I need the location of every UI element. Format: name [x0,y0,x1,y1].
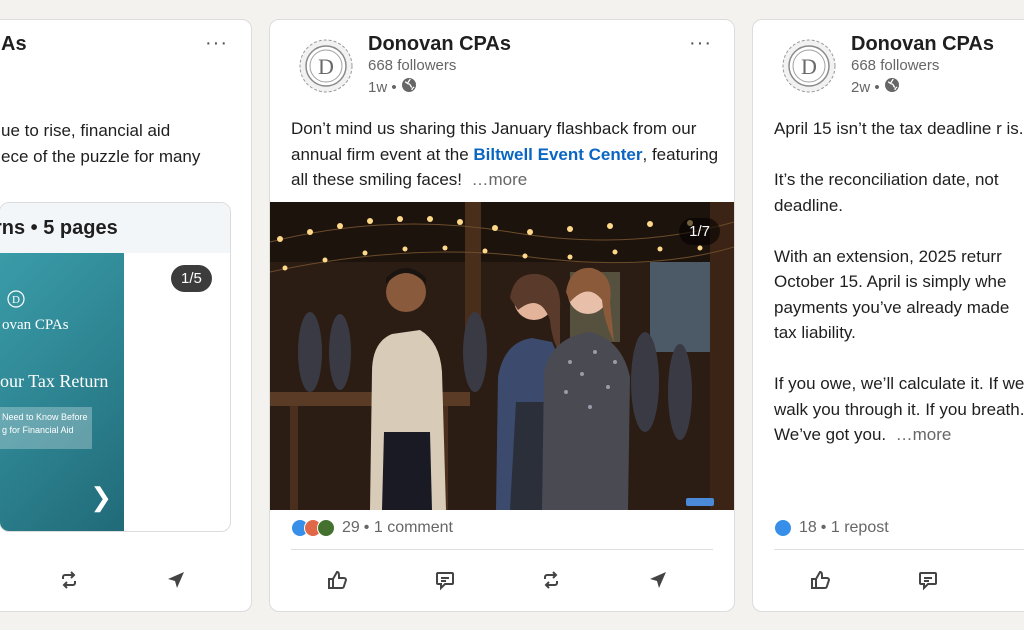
like-icon[interactable] [322,565,352,595]
document-carousel[interactable]: rns • 5 pages D ovan CPAs our Tax Return… [0,202,231,532]
author-name[interactable]: Donovan CPAs [368,33,511,56]
post-paragraph: It’s the reconciliation date, not deadli… [774,170,999,215]
venue-link[interactable]: Biltwell Event Center [473,145,642,164]
right-post-card: D Donovan CPAs 668 followers 2w • April … [752,19,1024,612]
post-age: 1w • [368,77,417,97]
doc-logo-icon: D [6,289,26,314]
follower-count: 668 followers [851,57,940,74]
reaction-icons [291,519,335,537]
svg-text:D: D [12,294,20,306]
see-more-link[interactable]: …more [471,170,527,189]
left-post-body: ue to rise, financial aid ece of the puz… [1,118,200,169]
comment-icon[interactable] [430,565,460,595]
repost-count[interactable]: • 1 repost [821,519,889,537]
post-paragraph: With an extension, 2025 returr October 1… [774,246,1010,343]
globe-icon [884,77,900,97]
send-icon[interactable] [161,565,191,595]
doc-subtitle-line: Need to Know Before [2,412,88,422]
repost-icon[interactable] [54,565,84,595]
like-reaction-icon [774,519,792,537]
post-paragraph: If you owe, we’ll calculate it. If we’ll… [774,371,1024,448]
author-name[interactable]: Donovan CPAs [851,33,994,56]
post-actions [270,565,734,595]
comment-count[interactable]: • 1 comment [364,519,453,537]
see-more-link[interactable]: …more [896,425,952,444]
event-photo-illustration [270,202,734,510]
company-logo-icon[interactable]: D [781,38,837,94]
post-age-text: 2w • [851,78,880,96]
post-actions [753,565,1024,595]
reaction-count[interactable]: 18 [799,519,817,537]
like-icon[interactable] [805,565,835,595]
globe-icon [401,77,417,97]
next-page-icon[interactable]: ❯ [90,482,112,513]
middle-post-card: D Donovan CPAs 668 followers 1w • ··· Do… [269,19,735,612]
left-post-body-line: ue to rise, financial aid [1,121,171,140]
post-body: Don’t mind us sharing this January flash… [291,116,721,193]
divider [774,549,1024,550]
reaction-icons [774,519,792,537]
post-body: April 15 isn’t the tax deadline r is. It… [774,116,1024,448]
social-counts[interactable]: 29 • 1 comment [291,519,453,537]
image-counter-badge: 1/7 [679,218,720,245]
svg-text:D: D [318,54,334,79]
repost-icon[interactable] [536,565,566,595]
reaction-count[interactable]: 29 [342,519,360,537]
divider [291,549,713,550]
post-header: D Donovan CPAs 668 followers 2w • [753,20,1024,120]
send-icon[interactable] [643,565,673,595]
post-paragraph: April 15 isn’t the tax deadline r is. [774,119,1024,138]
more-options-icon[interactable]: ··· [689,32,712,55]
left-post-card: As ··· ue to rise, financial aid ece of … [0,19,252,612]
more-options-icon[interactable]: ··· [205,32,228,55]
follower-count: 668 followers [368,57,457,74]
post-age-text: 1w • [368,78,397,96]
post-header: D Donovan CPAs 668 followers 1w • ··· [270,20,734,120]
left-post-actions [0,565,251,595]
left-post-author-partial[interactable]: As [1,33,27,56]
doc-subtitle: Need to Know Before g for Financial Aid [0,407,92,449]
page-counter-badge: 1/5 [171,265,212,292]
document-title-text: rns • 5 pages [0,217,118,239]
document-page-preview[interactable]: D ovan CPAs our Tax Return Need to Know … [0,253,124,531]
doc-subtitle-line: g for Financial Aid [2,425,74,435]
doc-heading: our Tax Return [0,371,109,391]
post-photo[interactable]: 1/7 [270,202,734,510]
social-counts[interactable]: 18 • 1 repost [774,519,889,537]
support-reaction-icon [317,519,335,537]
post-age: 2w • [851,77,900,97]
comment-icon[interactable] [913,565,943,595]
left-post-body-line: ece of the puzzle for many [1,146,201,166]
company-logo-icon[interactable]: D [298,38,354,94]
document-title: rns • 5 pages [0,203,230,253]
svg-text:D: D [801,54,817,79]
doc-logo-text: ovan CPAs [2,317,69,333]
